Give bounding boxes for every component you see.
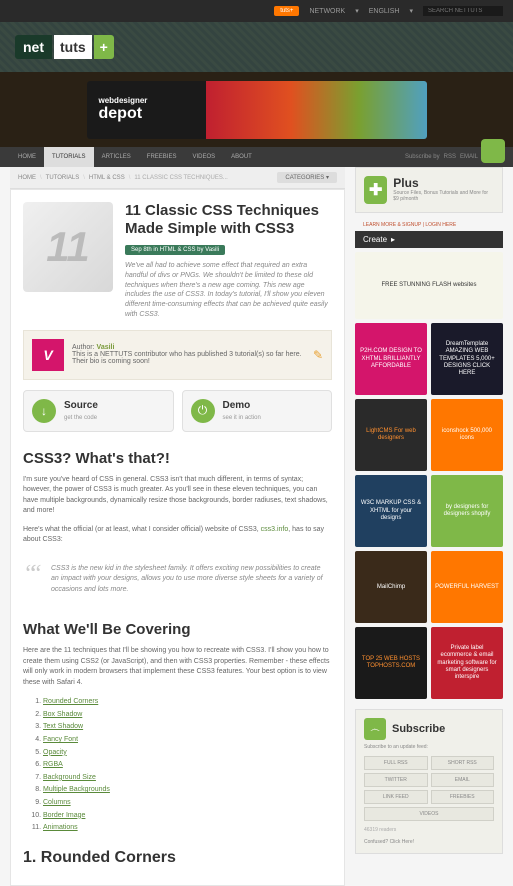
subscribe-option[interactable]: FULL RSS [364,756,428,770]
banner-area: webdesignerdepot [0,72,513,147]
chevron-down-icon: ▾ [355,7,359,15]
rss-icon[interactable] [481,139,505,163]
subscribe-option[interactable]: EMAIL [431,773,495,787]
article-thumbnail: 11 [23,202,113,292]
toc-link[interactable]: RGBA [43,761,63,768]
breadcrumb: HOME\ TUTORIALS\ HTML & CSS\ 11 CLASSIC … [10,167,345,189]
subscribe-option[interactable]: FREEBIES [431,790,495,804]
author-box: V Author: Vasili This is a NETTUTS contr… [23,330,332,380]
sidebar-ad[interactable]: POWERFUL HARVEST [431,551,503,623]
subscribe-label: Subscribe by [405,154,440,160]
article-meta: Sep 8th in HTML & CSS by Vasili [125,245,225,255]
topbar: tuts+ NETWORK ▾ ENGLISH ▾ [0,0,513,22]
css3-info-link[interactable]: css3.info [261,526,289,533]
nav-videos[interactable]: VIDEOS [184,154,223,160]
author-name[interactable]: Vasili [97,344,115,351]
plus-promo[interactable]: ✚ PlusSource Files, Bonus Tutorials and … [355,167,503,213]
sidebar-ad[interactable]: LightCMS For web designers [355,399,427,471]
sidebar-ad[interactable]: Private label ecommerce & email marketin… [431,627,503,699]
main-nav: HOME TUTORIALS ARTICLES FREEBIES VIDEOS … [0,147,513,167]
article-title: 11 Classic CSS Techniques Made Simple wi… [125,202,332,238]
blockquote: CSS3 is the new kid in the stylesheet fa… [23,556,332,604]
toc-link[interactable]: Multiple Backgrounds [43,786,110,793]
plus-icon: ✚ [364,176,387,204]
categories-dropdown[interactable]: CATEGORIES ▾ [277,172,337,183]
network-badge[interactable]: tuts+ [274,6,299,16]
author-avatar: V [32,339,64,371]
sidebar-ad[interactable]: by designers for designers shopify [431,475,503,547]
subscribe-title: Subscribe [392,723,445,735]
demo-button[interactable]: ⏻ Demosee it in action [182,390,333,432]
heading-rounded-corners: 1. Rounded Corners [23,849,332,867]
toc-link[interactable]: Border Image [43,812,85,819]
crumb-current: 11 CLASSIC CSS TECHNIQUES... [134,175,227,181]
sidebar-ad[interactable]: iconshock 500,000 icons [431,399,503,471]
toc-link[interactable]: Animations [43,824,78,831]
toc-link[interactable]: Fancy Font [43,736,78,743]
nav-tutorials[interactable]: TUTORIALS [44,147,94,167]
network-dropdown[interactable]: NETWORK [309,8,345,15]
sidebar-ad[interactable]: MailChimp [355,551,427,623]
sidebar: ✚ PlusSource Files, Bonus Tutorials and … [355,167,503,886]
toc-link[interactable]: Background Size [43,774,96,781]
article-intro: We've all had to achieve some effect tha… [125,261,332,320]
chevron-down-icon: ▾ [409,7,413,15]
subscribe-box: ෴ Subscribe Subscribe to an update feed:… [355,709,503,854]
nav-articles[interactable]: ARTICLES [94,154,139,160]
ad-banner[interactable]: webdesignerdepot [87,81,427,139]
nav-home[interactable]: HOME [10,154,44,160]
toc-link[interactable]: Text Shadow [43,723,83,730]
subscribe-option[interactable]: LINK FEED [364,790,428,804]
subscribe-subtitle: Subscribe to an update feed: [364,744,494,750]
article: 11 11 Classic CSS Techniques Made Simple… [10,189,345,886]
paragraph: Here are the 11 techniques that I'll be … [23,646,332,688]
sidebar-ad[interactable]: FREE STUNNING FLASH websites [355,252,503,319]
toc-link[interactable]: Columns [43,799,71,806]
subscribe-option[interactable]: TWITTER [364,773,428,787]
arrow-right-icon: ▸ [391,235,395,244]
create-bar[interactable]: Create▸ [355,231,503,248]
email-link[interactable]: EMAIL [460,154,478,160]
sidebar-ad[interactable]: DreamTemplate AMAZING WEB TEMPLATES 5,00… [431,323,503,395]
search-input[interactable] [423,6,503,16]
crumb-htmlcss[interactable]: HTML & CSS [89,175,125,181]
sidebar-ad[interactable]: TOP 25 WEB HOSTS TOPHOSTS.COM [355,627,427,699]
heading-covering: What We'll Be Covering [23,621,332,638]
nav-freebies[interactable]: FREEBIES [139,154,185,160]
toc-link[interactable]: Box Shadow [43,711,82,718]
subscribe-option[interactable]: SHORT RSS [431,756,495,770]
author-bio: This is a NETTUTS contributor who has pu… [72,351,302,365]
nav-about[interactable]: ABOUT [223,154,260,160]
plus-links[interactable]: LEARN MORE & SIGNUP | LOGIN HERE [355,219,503,231]
toc-link[interactable]: Opacity [43,749,67,756]
power-icon: ⏻ [191,399,215,423]
crumb-tutorials[interactable]: TUTORIALS [46,175,80,181]
subscribe-option[interactable]: VIDEOS [364,807,494,821]
site-header: net tuts + [0,22,513,72]
pencil-icon[interactable]: ✎ [313,348,323,362]
paragraph: Here's what the official (or at least, w… [23,525,332,546]
logo[interactable]: net tuts + [15,35,114,59]
confused-link[interactable]: Confused? Click Here! [364,839,494,845]
sidebar-ad[interactable]: W3C MARKUP CSS & XHTML for your designs [355,475,427,547]
language-dropdown[interactable]: ENGLISH [369,8,400,15]
feed-readers: 46319 readers [364,827,494,833]
source-button[interactable]: ↓ Sourceget the code [23,390,174,432]
ads-grid: FREE STUNNING FLASH websitesP2H.COM DESI… [355,252,503,699]
crumb-home[interactable]: HOME [18,175,36,181]
download-icon: ↓ [32,399,56,423]
toc-link[interactable]: Rounded Corners [43,698,98,705]
rss-icon: ෴ [364,718,386,740]
sidebar-ad[interactable]: P2H.COM DESIGN TO XHTML BRILLIANTLY AFFO… [355,323,427,395]
rss-link[interactable]: RSS [444,154,456,160]
toc-list: Rounded Corners Box Shadow Text Shadow F… [23,696,332,835]
heading-css3: CSS3? What's that?! [23,450,332,467]
paragraph: I'm sure you've heard of CSS in general.… [23,475,332,517]
